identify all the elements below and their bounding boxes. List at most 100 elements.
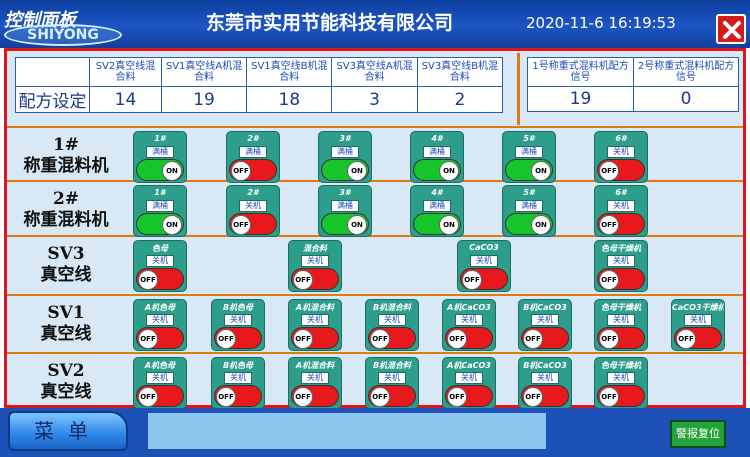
switch-name: 色母干燥机 <box>601 361 641 370</box>
close-button[interactable] <box>716 14 746 44</box>
toggle-switch[interactable]: B机混合料 关机 OFF <box>365 299 419 351</box>
recipe-value-input[interactable]: 19 <box>160 86 248 113</box>
switch-name: 2# <box>247 134 259 143</box>
recipe-header: SV2真空线混合料 <box>89 57 162 87</box>
divider <box>7 126 743 128</box>
switch-state-label: 关机 <box>607 314 635 326</box>
toggle-switch[interactable]: B机CaCO3 关机 OFF <box>518 299 572 351</box>
toggle-switch[interactable]: 5# 满桶 ON <box>502 185 556 237</box>
switch-knob: OFF <box>293 329 313 349</box>
toggle-switch[interactable]: A机CaCO3 关机 OFF <box>442 357 496 409</box>
menu-button[interactable]: 菜单 <box>8 411 128 451</box>
switch-track: ON <box>413 213 461 235</box>
toggle-switch[interactable]: 混合料 关机 OFF <box>288 240 342 292</box>
toggle-switch[interactable]: CaCO3干燥机 关机 OFF <box>671 299 725 351</box>
switch-track: ON <box>413 159 461 181</box>
switch-name: 色母干燥机 <box>601 303 641 312</box>
toggle-switch[interactable]: 色母干燥机 关机 OFF <box>594 357 648 409</box>
switch-track: OFF <box>136 327 184 349</box>
switch-name: 6# <box>615 188 627 197</box>
switch-knob: OFF <box>216 329 236 349</box>
switch-track: ON <box>136 159 184 181</box>
switch-track: OFF <box>136 268 184 290</box>
recipe-value-input[interactable]: 18 <box>246 86 333 113</box>
toggle-switch[interactable]: 1# 满桶 ON <box>133 131 187 183</box>
switch-track: OFF <box>214 327 262 349</box>
switch-knob: ON <box>162 161 182 181</box>
switch-knob: OFF <box>447 329 467 349</box>
switch-knob: ON <box>531 161 551 181</box>
switch-name: 5# <box>523 188 535 197</box>
toggle-switch[interactable]: 6# 关机 OFF <box>594 131 648 183</box>
toggle-switch[interactable]: 2# 满桶 OFF <box>226 131 280 183</box>
switch-track: OFF <box>229 159 277 181</box>
switch-name: 1# <box>154 134 166 143</box>
switch-state-label: 满桶 <box>331 200 359 212</box>
switch-track: OFF <box>460 268 508 290</box>
title-bar: 控制面板 SHIYONG 东莞市实用节能科技有限公司 2020-11-6 16:… <box>0 0 750 48</box>
toggle-switch[interactable]: B机混合料 关机 OFF <box>365 357 419 409</box>
toggle-switch[interactable]: 5# 满桶 ON <box>502 131 556 183</box>
switch-state-label: 满桶 <box>331 146 359 158</box>
switch-state-label: 关机 <box>224 372 252 384</box>
switch-track: OFF <box>674 327 722 349</box>
recipe-header: SV1真空线B机混合料 <box>246 57 333 87</box>
switch-knob: ON <box>531 215 551 235</box>
switch-knob: OFF <box>370 329 390 349</box>
toggle-switch[interactable]: A机混合料 关机 OFF <box>288 357 342 409</box>
switch-track: OFF <box>597 268 645 290</box>
toggle-switch[interactable]: B机CaCO3 关机 OFF <box>518 357 572 409</box>
switch-name: A机混合料 <box>295 361 335 370</box>
toggle-switch[interactable]: B机色母 关机 OFF <box>211 299 265 351</box>
switch-knob: OFF <box>523 329 543 349</box>
mixer-signal-table: 1号称重式混料机配方信号 2号称重式混料机配方信号 19 0 <box>526 57 739 112</box>
toggle-switch[interactable]: 6# 关机 OFF <box>594 185 648 237</box>
switch-name: A机CaCO3 <box>447 361 491 370</box>
toggle-switch[interactable]: A机混合料 关机 OFF <box>288 299 342 351</box>
alarm-reset-button[interactable]: 警报复位 <box>670 420 726 448</box>
switch-name: 混合料 <box>303 244 327 253</box>
switch-state-label: 关机 <box>531 314 559 326</box>
switch-knob: OFF <box>599 161 619 181</box>
recipe-value-input[interactable]: 2 <box>416 86 504 113</box>
toggle-switch[interactable]: 4# 满桶 ON <box>410 131 464 183</box>
toggle-switch[interactable]: 3# 满桶 ON <box>318 185 372 237</box>
recipe-header: SV1真空线A机混合料 <box>160 57 248 87</box>
switch-name: CaCO3干燥机 <box>672 303 724 312</box>
recipe-header: SV3真空线A机混合料 <box>331 57 418 87</box>
switch-name: CaCO3 <box>469 243 499 252</box>
switch-track: ON <box>321 159 369 181</box>
switch-state-label: 关机 <box>455 372 483 384</box>
switch-name: A机CaCO3 <box>447 303 491 312</box>
switch-state-label: 满桶 <box>423 200 451 212</box>
toggle-switch[interactable]: 4# 满桶 ON <box>410 185 464 237</box>
recipe-value-input[interactable]: 14 <box>89 86 162 113</box>
switch-knob: OFF <box>599 387 619 407</box>
switch-track: OFF <box>291 385 339 407</box>
switch-track: OFF <box>597 327 645 349</box>
recipe-value-input[interactable]: 3 <box>331 86 418 113</box>
toggle-switch[interactable]: 色母干燥机关机 OFF <box>594 299 648 351</box>
switch-track: OFF <box>445 327 493 349</box>
toggle-switch[interactable]: 3# 满桶 ON <box>318 131 372 183</box>
switch-track: OFF <box>214 385 262 407</box>
switch-state-label: 关机 <box>301 255 329 267</box>
switch-knob: OFF <box>216 387 236 407</box>
switch-track: ON <box>136 213 184 235</box>
toggle-switch[interactable]: A机色母 关机 OFF <box>133 299 187 351</box>
toggle-switch[interactable]: A机色母 关机 OFF <box>133 357 187 409</box>
divider <box>7 352 743 354</box>
toggle-switch[interactable]: CaCO3 关机 OFF <box>457 240 511 292</box>
switch-knob: ON <box>439 215 459 235</box>
toggle-switch[interactable]: B机色母 关机 OFF <box>211 357 265 409</box>
message-bar <box>148 413 546 449</box>
switch-track: OFF <box>521 327 569 349</box>
toggle-switch[interactable]: 2# 关机 OFF <box>226 185 280 237</box>
toggle-switch[interactable]: 色母 关机 OFF <box>133 240 187 292</box>
switch-name: 5# <box>523 134 535 143</box>
toggle-switch[interactable]: 1# 满桶 ON <box>133 185 187 237</box>
toggle-switch[interactable]: A机CaCO3 关机 OFF <box>442 299 496 351</box>
toggle-switch[interactable]: 色母干燥机 关机 OFF <box>594 240 648 292</box>
switch-state-label: 满桶 <box>515 146 543 158</box>
switch-name: 6# <box>615 134 627 143</box>
